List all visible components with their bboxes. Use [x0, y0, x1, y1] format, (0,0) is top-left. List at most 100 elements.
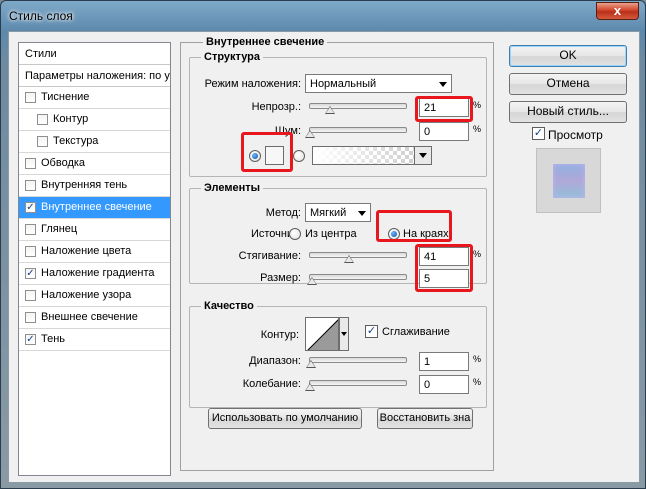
style-item-label: Внутренняя тень [41, 179, 128, 191]
glow-gradient-picker[interactable] [312, 146, 432, 165]
title-bar[interactable]: Стиль слоя x [1, 1, 645, 31]
style-item-checkbox[interactable]: ✓ [25, 334, 36, 345]
style-item[interactable]: Наложение цвета [19, 241, 170, 263]
choke-unit: % [473, 249, 482, 259]
source-edge-radio[interactable] [388, 228, 400, 240]
opacity-input[interactable]: 21 [419, 98, 469, 117]
choke-input[interactable]: 41 [419, 247, 469, 266]
style-item[interactable]: Текстура [19, 131, 170, 153]
styles-list: Стили Параметры наложения: по у Тиснение… [18, 42, 171, 476]
make-default-button[interactable]: Использовать по умолчанию [208, 408, 362, 429]
reset-default-button[interactable]: Восстановить зна [377, 408, 473, 429]
preview-label[interactable]: Просмотр [548, 128, 603, 142]
style-item[interactable]: ✓ Наложение градиента [19, 263, 170, 285]
noise-label: Шум: [274, 125, 301, 137]
choke-slider-thumb[interactable] [344, 255, 355, 263]
style-item[interactable]: Тиснение [19, 87, 170, 109]
contour-dropdown-button[interactable] [339, 317, 349, 351]
style-item[interactable]: Внешнее свечение [19, 307, 170, 329]
style-item-checkbox[interactable] [25, 312, 36, 323]
gradient-dropdown-icon[interactable] [414, 147, 431, 164]
chevron-down-icon [439, 82, 447, 87]
style-preview [536, 148, 601, 213]
source-center-radio[interactable] [289, 228, 301, 240]
style-item-checkbox[interactable]: ✓ [25, 268, 36, 279]
color-radio[interactable] [249, 150, 261, 162]
style-item[interactable]: Внутренняя тень [19, 175, 170, 197]
antialias-checkbox[interactable]: ✓ [365, 325, 378, 338]
range-slider-thumb[interactable] [305, 360, 316, 368]
source-edge-label[interactable]: На краях [403, 228, 449, 240]
quality-title: Качество [201, 300, 257, 312]
preview-checkbox[interactable]: ✓ [532, 127, 545, 140]
blend-mode-value: Нормальный [310, 78, 377, 90]
antialias-label[interactable]: Сглаживание [382, 326, 450, 338]
gradient-radio[interactable] [293, 150, 305, 162]
technique-value: Мягкий [310, 207, 347, 219]
inner-glow-panel: Внутреннее свечение Структура Режим нало… [180, 36, 494, 471]
style-item-label: Наложение цвета [41, 245, 132, 257]
jitter-slider[interactable] [305, 380, 407, 391]
jitter-slider-thumb[interactable] [305, 383, 315, 391]
style-item-checkbox[interactable] [25, 246, 36, 257]
technique-select[interactable]: Мягкий [305, 203, 371, 222]
cancel-button[interactable]: Отмена [509, 73, 627, 95]
technique-label: Метод: [265, 207, 301, 219]
range-label: Диапазон: [249, 355, 301, 367]
style-item-checkbox[interactable] [37, 114, 48, 125]
jitter-label: Колебание: [242, 378, 301, 390]
style-item-label: Текстура [53, 135, 99, 147]
structure-title: Структура [201, 51, 263, 63]
style-item-label: Наложение градиента [41, 267, 155, 279]
style-item[interactable]: Контур [19, 109, 170, 131]
window-title: Стиль слоя [9, 9, 73, 23]
blending-options-item[interactable]: Параметры наложения: по у [19, 65, 170, 87]
opacity-slider-thumb[interactable] [325, 106, 336, 114]
styles-header[interactable]: Стили [19, 43, 170, 65]
contour-curve-icon [307, 319, 338, 350]
style-item[interactable]: Обводка [19, 153, 170, 175]
new-style-button[interactable]: Новый стиль... [509, 101, 627, 123]
source-center-label[interactable]: Из центра [305, 228, 357, 240]
style-item-checkbox[interactable] [25, 224, 36, 235]
style-item[interactable]: Глянец [19, 219, 170, 241]
range-input[interactable]: 1 [419, 352, 469, 371]
elements-title: Элементы [201, 182, 264, 194]
choke-slider[interactable] [309, 252, 407, 263]
glow-color-swatch[interactable] [265, 146, 284, 165]
style-item-label: Тиснение [41, 91, 90, 103]
style-item-label: Наложение узора [41, 289, 132, 301]
style-item-checkbox[interactable] [37, 136, 48, 147]
style-item[interactable]: Наложение узора [19, 285, 170, 307]
size-slider[interactable] [306, 274, 407, 285]
style-item[interactable]: ✓ Тень [19, 329, 170, 351]
contour-preview[interactable] [305, 317, 339, 351]
noise-slider-thumb[interactable] [305, 130, 315, 138]
layer-style-dialog: Стиль слоя x Стили Параметры наложения: … [0, 0, 646, 489]
style-item-checkbox[interactable] [25, 180, 36, 191]
jitter-input[interactable]: 0 [419, 375, 469, 394]
blend-mode-select[interactable]: Нормальный [305, 74, 452, 93]
style-item[interactable]: ✓ Внутреннее свечение [19, 197, 170, 219]
style-item-label: Обводка [41, 157, 86, 169]
noise-slider[interactable] [305, 127, 407, 138]
ok-button[interactable]: OK [509, 45, 627, 67]
chevron-down-icon [358, 211, 366, 216]
size-input[interactable]: 5 [419, 269, 469, 288]
style-item-checkbox[interactable] [25, 158, 36, 169]
opacity-label: Непрозр.: [251, 101, 301, 113]
opacity-unit: % [473, 100, 482, 110]
size-slider-thumb[interactable] [306, 277, 317, 285]
range-slider[interactable] [305, 357, 407, 368]
noise-input[interactable]: 0 [419, 122, 469, 141]
style-item-checkbox[interactable] [25, 290, 36, 301]
style-item-label: Контур [53, 113, 89, 125]
style-item-label: Глянец [41, 223, 78, 235]
opacity-slider[interactable] [309, 103, 407, 114]
style-item-checkbox[interactable] [25, 92, 36, 103]
style-item-label: Внешнее свечение [41, 311, 138, 323]
source-label: Источник: [250, 228, 301, 240]
style-item-checkbox[interactable]: ✓ [25, 202, 36, 213]
inner-glow-title: Внутреннее свечение [203, 36, 328, 48]
close-button[interactable]: x [596, 2, 639, 20]
